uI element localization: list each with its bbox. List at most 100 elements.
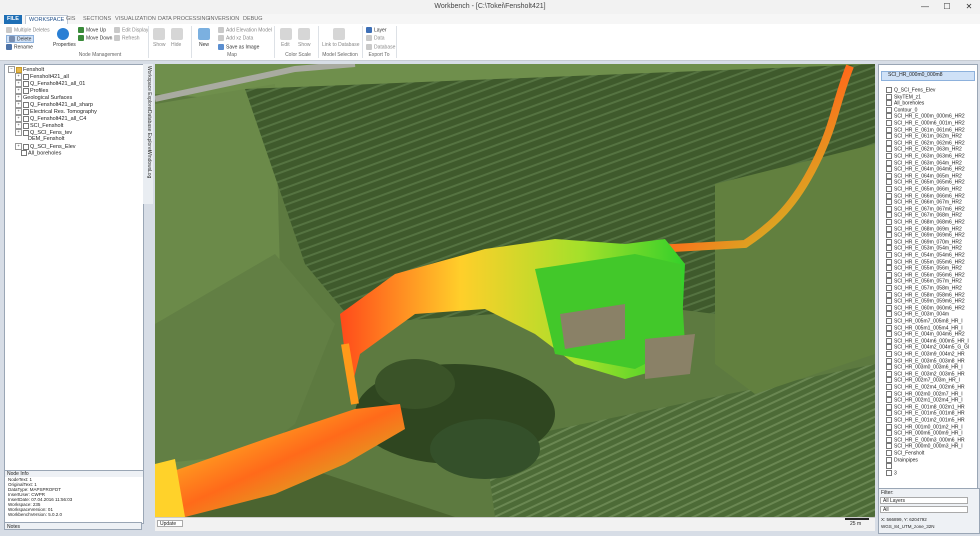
- layer-row[interactable]: SCI_HR_E_064m_065m_HR2: [879, 172, 962, 179]
- layer-row[interactable]: SCI_HR_E_067m_067m6_HR2: [879, 205, 965, 212]
- tab-gis[interactable]: GIS: [63, 15, 78, 24]
- checkbox[interactable]: [23, 143, 29, 150]
- selected-layer-row[interactable]: SCI_HR_000m0_000m8: [881, 71, 975, 81]
- layer-row[interactable]: SCI_HR_E_003m5_003m8_HR: [879, 357, 965, 364]
- add-elevation-model-button[interactable]: Add Elevation Model: [218, 27, 272, 33]
- layer-checkbox[interactable]: [886, 364, 892, 371]
- layer-row[interactable]: SCI_HR_E_061m_062m_HR2: [879, 133, 962, 140]
- layer-checkbox[interactable]: [886, 304, 892, 311]
- layer-row[interactable]: SCI_HR_E_000m6_001m_HR2: [879, 120, 965, 126]
- layer-row[interactable]: All_boreholes: [879, 100, 924, 107]
- layer-checkbox[interactable]: [886, 179, 892, 186]
- layer-row[interactable]: SCI_HR_E_000m_000m6_HR2: [879, 113, 965, 120]
- tree-item[interactable]: + Q_SCI_Fens_tev: [15, 129, 72, 136]
- update-dropdown[interactable]: Update: [157, 520, 183, 527]
- layer-checkbox[interactable]: [886, 291, 892, 298]
- layer-checkbox[interactable]: [886, 265, 892, 272]
- checkbox[interactable]: [23, 87, 29, 94]
- layer-row[interactable]: SCI_HR_E_059m_059m6_HR2: [879, 298, 965, 305]
- link-to-database-button[interactable]: Link to Database: [322, 42, 360, 48]
- layer-checkbox[interactable]: [886, 139, 892, 146]
- layer-checkbox[interactable]: [886, 324, 892, 331]
- layer-checkbox[interactable]: [886, 351, 892, 357]
- layer-checkbox[interactable]: [886, 298, 892, 305]
- layer-checkbox[interactable]: [886, 100, 892, 107]
- layer-checkbox[interactable]: [886, 212, 892, 219]
- tree-item[interactable]: + Q_Fensholt421_all_sharp: [15, 101, 93, 108]
- layer-row[interactable]: SCI_Fensholt: [879, 450, 924, 456]
- tab-debug[interactable]: DEBUG: [240, 15, 266, 24]
- tab-workspace-explorer[interactable]: Workspace Explorer: [144, 66, 152, 111]
- tree-item[interactable]: + SCI_Fensholt: [15, 122, 63, 129]
- layer-row[interactable]: 3: [879, 469, 897, 476]
- tab-inversion[interactable]: INVERSION: [206, 15, 242, 24]
- tree-item[interactable]: + Profiles: [15, 87, 48, 94]
- hide-button[interactable]: Hide: [171, 42, 181, 48]
- checkbox[interactable]: [23, 129, 29, 136]
- layer-checkbox[interactable]: [886, 245, 892, 252]
- layer-row[interactable]: SCI_HR_E_066m_066m6_HR2: [879, 192, 965, 199]
- layer-checkbox[interactable]: [886, 456, 892, 463]
- layer-checkbox[interactable]: [886, 450, 892, 456]
- layer-row[interactable]: SCI_HR_E_004m2_004m5_G_GI: [879, 344, 969, 351]
- checkbox[interactable]: [23, 115, 29, 122]
- layer-row[interactable]: SCI_HR_E_057m_058m_HR2: [879, 285, 962, 291]
- expand-icon[interactable]: +: [15, 122, 22, 129]
- layer-checkbox[interactable]: [886, 120, 892, 126]
- layer-row[interactable]: SCI_HR_E_003m2_003m5_HR: [879, 370, 965, 377]
- layer-checkbox[interactable]: [886, 397, 892, 404]
- layer-checkbox[interactable]: [886, 463, 892, 470]
- export-data-button[interactable]: Data: [366, 35, 385, 41]
- expand-icon[interactable]: +: [15, 129, 22, 136]
- layer-row[interactable]: SCI_HR_000m6_000m9_HR_I: [879, 430, 963, 437]
- layer-checkbox[interactable]: [886, 238, 892, 245]
- tab-log[interactable]: Log: [144, 170, 152, 178]
- layer-checkbox[interactable]: [886, 430, 892, 437]
- export-database-button[interactable]: Database: [366, 44, 395, 50]
- layer-checkbox[interactable]: [886, 331, 892, 338]
- filter-type-select[interactable]: All: [880, 506, 968, 513]
- layer-row[interactable]: SCI_HR_001m0_001m2_HR_I: [879, 423, 963, 430]
- multiple-deletes-button[interactable]: Multiple Deletes: [6, 27, 50, 33]
- tab-visualization[interactable]: VISUALIZATION: [112, 15, 159, 24]
- new-button[interactable]: New: [199, 42, 209, 48]
- layer-checkbox[interactable]: [886, 106, 892, 113]
- close-button[interactable]: ✕: [958, 0, 980, 14]
- layer-row[interactable]: Contour_0: [879, 106, 917, 113]
- layer-checkbox[interactable]: [886, 436, 892, 443]
- layer-row[interactable]: SCI_HR_E_066m_067m_HR2: [879, 199, 962, 206]
- layer-row[interactable]: SCI_HR_002m7_003m_HR_I: [879, 377, 960, 384]
- tab-file[interactable]: FILE: [4, 15, 22, 24]
- tab-data-processing[interactable]: DATA PROCESSING: [155, 15, 213, 24]
- expand-icon[interactable]: +: [15, 115, 22, 122]
- layer-checkbox[interactable]: [886, 337, 892, 344]
- layer-checkbox[interactable]: [886, 232, 892, 239]
- layer-row[interactable]: SkyTEM_z1: [879, 93, 921, 100]
- layer-checkbox[interactable]: [886, 423, 892, 430]
- layer-checkbox[interactable]: [886, 166, 892, 173]
- tab-windows[interactable]: Windows: [144, 150, 152, 170]
- layer-checkbox[interactable]: [886, 219, 892, 225]
- export-layer-button[interactable]: Layer: [366, 27, 387, 33]
- layer-row[interactable]: SCI_HR_E_062m_063m_HR2: [879, 146, 962, 153]
- checkbox[interactable]: [23, 80, 29, 87]
- layer-row[interactable]: SCI_HR_E_063m_063m6_HR2: [879, 153, 965, 159]
- layer-row[interactable]: SCI_HR_E_068m_068m6_HR2: [879, 219, 965, 225]
- tree-item[interactable]: + Electrical Res. Tomography: [15, 108, 97, 115]
- layer-checkbox[interactable]: [886, 285, 892, 291]
- layer-checkbox[interactable]: [886, 252, 892, 258]
- tab-sections[interactable]: SECTIONS: [80, 15, 114, 24]
- expand-icon[interactable]: +: [15, 80, 22, 87]
- checkbox[interactable]: [23, 101, 29, 108]
- layer-checkbox[interactable]: [886, 278, 892, 285]
- layer-row[interactable]: SCI_HR_002m1_002m4_HR_I: [879, 397, 963, 404]
- filter-layers-select[interactable]: All Layers: [880, 497, 968, 504]
- layer-row[interactable]: SCI_HR_E_002m4_002m6_HR: [879, 384, 965, 390]
- layer-checkbox[interactable]: [886, 370, 892, 377]
- minimize-button[interactable]: —: [914, 0, 936, 14]
- layer-checkbox[interactable]: [886, 390, 892, 397]
- layer-checkbox[interactable]: [886, 186, 892, 192]
- expand-icon[interactable]: +: [15, 101, 22, 108]
- collapse-icon[interactable]: −: [8, 66, 15, 73]
- expand-icon[interactable]: +: [15, 108, 22, 115]
